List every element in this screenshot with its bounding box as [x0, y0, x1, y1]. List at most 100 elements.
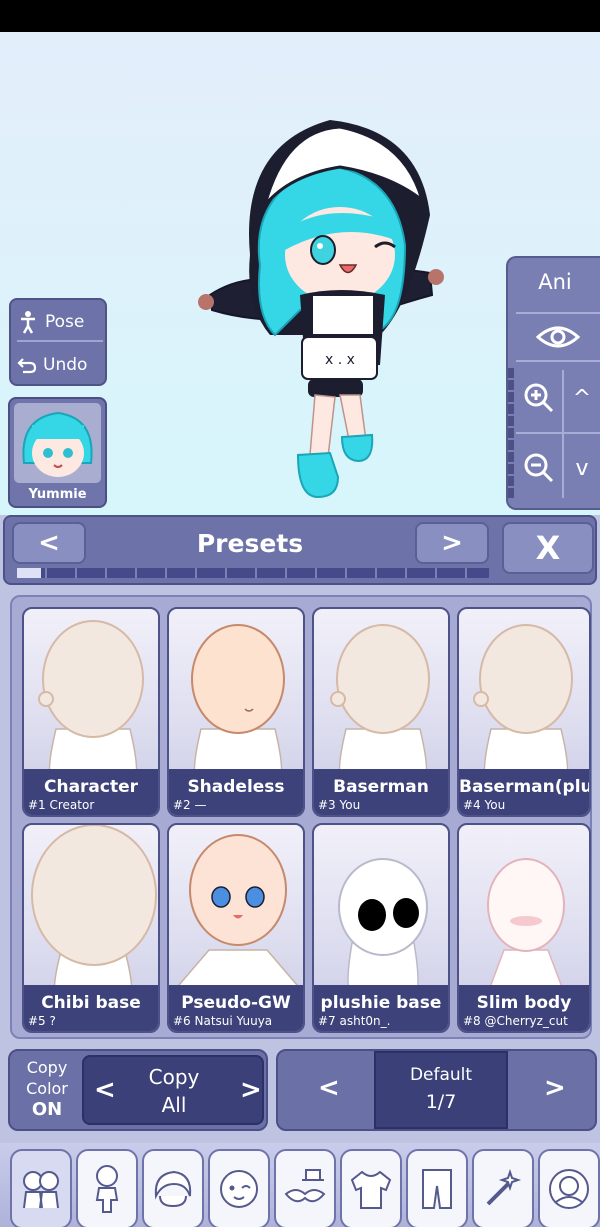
pose-label: Pose	[45, 312, 85, 332]
tab-face[interactable]	[208, 1149, 270, 1227]
visibility-toggle-button[interactable]	[516, 312, 600, 362]
character-name: Yummie	[28, 487, 87, 502]
copy-color-label-1: Copy	[26, 1058, 68, 1077]
copy-color-label-2: Color	[26, 1079, 68, 1098]
tab-hair[interactable]	[142, 1149, 204, 1227]
presets-tab-icon	[23, 1171, 59, 1209]
status-bar	[0, 0, 600, 32]
copy-all-line-2: All	[161, 1093, 187, 1117]
preset-number: #5 ?	[28, 1014, 56, 1028]
profile-tab-icon	[549, 1169, 589, 1209]
copy-all-label[interactable]: Copy All	[114, 1063, 234, 1119]
preset-name: Baserman(plu	[459, 777, 589, 797]
default-page-number: 1/7	[425, 1091, 457, 1113]
preset-card[interactable]: Character #1 Creator	[22, 607, 160, 817]
default-page-indicator[interactable]: Default 1/7	[374, 1051, 508, 1129]
page-progress-bar	[17, 568, 489, 578]
copy-controls: Copy Color ON < Copy All >	[8, 1049, 268, 1131]
copy-prev-button[interactable]: <	[94, 1075, 116, 1105]
tab-pants[interactable]	[406, 1149, 468, 1227]
close-icon: X	[535, 529, 561, 567]
face-tab-icon	[220, 1170, 258, 1208]
preset-name: Slim body	[476, 993, 572, 1013]
chevron-down-icon: v	[575, 455, 589, 481]
default-prev-button[interactable]: <	[318, 1073, 340, 1103]
tab-props[interactable]	[472, 1149, 534, 1227]
animation-panel: Ani ^ v	[506, 256, 600, 510]
undo-label: Undo	[43, 355, 88, 375]
body-tab-icon	[95, 1165, 119, 1213]
ani-button[interactable]: Ani	[508, 270, 600, 294]
pose-undo-panel: Pose Undo	[9, 298, 107, 386]
move-up-button[interactable]: ^	[564, 370, 600, 426]
undo-button[interactable]: Undo	[17, 346, 103, 384]
copy-all-line-1: Copy	[148, 1065, 200, 1089]
preset-name: Baserman	[333, 777, 429, 797]
close-button[interactable]: X	[502, 522, 594, 574]
zoom-in-button[interactable]	[516, 370, 562, 426]
character-portrait	[14, 403, 101, 483]
preset-card[interactable]: Pseudo-GW #6 Natsui Yuuya	[167, 823, 305, 1033]
preset-card[interactable]: Slim body #8 @Cherryz_cut	[457, 823, 591, 1033]
tab-clothing[interactable]	[340, 1149, 402, 1227]
chevron-left-icon: <	[38, 528, 60, 558]
presets-grid: Character #1 Creator Shadeless #2 — Base…	[10, 595, 592, 1039]
preset-number: #7 asht0n_.	[318, 1014, 391, 1028]
next-page-button[interactable]: >	[415, 522, 489, 564]
preset-number: #3 You	[318, 798, 361, 812]
zoom-out-icon	[524, 453, 554, 483]
tab-profile[interactable]	[538, 1149, 600, 1227]
zoom-in-icon	[524, 383, 554, 413]
preset-name: plushie base	[320, 993, 442, 1013]
presets-header: < Presets > X	[3, 515, 597, 585]
eye-icon	[536, 326, 580, 348]
tab-accessories[interactable]	[274, 1149, 336, 1227]
clothing-tab-icon	[350, 1170, 392, 1209]
chevron-up-icon: ^	[572, 385, 592, 411]
character-portrait-icon	[22, 411, 93, 477]
default-selector: < Default 1/7 >	[276, 1049, 597, 1131]
hair-tab-icon	[154, 1170, 192, 1208]
character-slot-card[interactable]: Yummie	[8, 397, 107, 508]
pose-button[interactable]: Pose	[17, 304, 103, 342]
preset-number: #1 Creator	[28, 798, 95, 812]
preset-card[interactable]: Baserman #3 You	[312, 607, 450, 817]
person-pose-icon	[21, 311, 35, 334]
copy-next-button[interactable]: >	[240, 1075, 262, 1105]
preset-name: Character	[43, 777, 139, 797]
preset-number: #4 You	[463, 798, 506, 812]
props-tab-icon	[486, 1168, 522, 1206]
prev-page-button[interactable]: <	[12, 522, 86, 564]
default-next-button[interactable]: >	[544, 1073, 566, 1103]
tab-presets[interactable]	[10, 1149, 72, 1227]
preset-card[interactable]: Baserman(plu #4 You	[457, 607, 591, 817]
category-tab-bar	[0, 1143, 600, 1227]
preset-number: #2 —	[173, 798, 207, 812]
default-label: Default	[409, 1065, 473, 1085]
presets-panel: < Presets > X Character #1 Creator Shade…	[0, 515, 600, 1227]
preset-number: #6 Natsui Yuuya	[173, 1014, 273, 1028]
zoom-level-track[interactable]	[508, 368, 514, 500]
tab-body[interactable]	[76, 1149, 138, 1227]
preset-name: Pseudo-GW	[181, 993, 291, 1013]
page-progress-fill	[17, 568, 41, 578]
undo-icon	[17, 358, 37, 374]
pants-tab-icon	[422, 1169, 452, 1209]
preset-card[interactable]: Chibi base #5 ?	[22, 823, 160, 1033]
chevron-right-icon: >	[441, 528, 463, 558]
zoom-out-button[interactable]	[516, 440, 562, 496]
zoom-divider	[516, 432, 600, 434]
preset-name: Shadeless	[187, 777, 285, 797]
copy-color-toggle[interactable]: Copy Color ON	[14, 1057, 80, 1120]
panel-title: Presets	[196, 529, 304, 558]
svg-text:x . x: x . x	[325, 352, 355, 368]
accessory-tab-icon	[284, 1169, 326, 1203]
preset-card[interactable]: Shadeless #2 —	[167, 607, 305, 817]
preset-name: Chibi base	[41, 993, 141, 1013]
copy-all-selector: < Copy All >	[82, 1055, 264, 1125]
preset-number: #8 @Cherryz_cut	[463, 1014, 568, 1028]
character-figure[interactable]: x . x	[190, 105, 450, 505]
move-down-button[interactable]: v	[564, 440, 600, 496]
copy-color-state: ON	[31, 1099, 63, 1120]
preset-card[interactable]: plushie base #7 asht0n_.	[312, 823, 450, 1033]
